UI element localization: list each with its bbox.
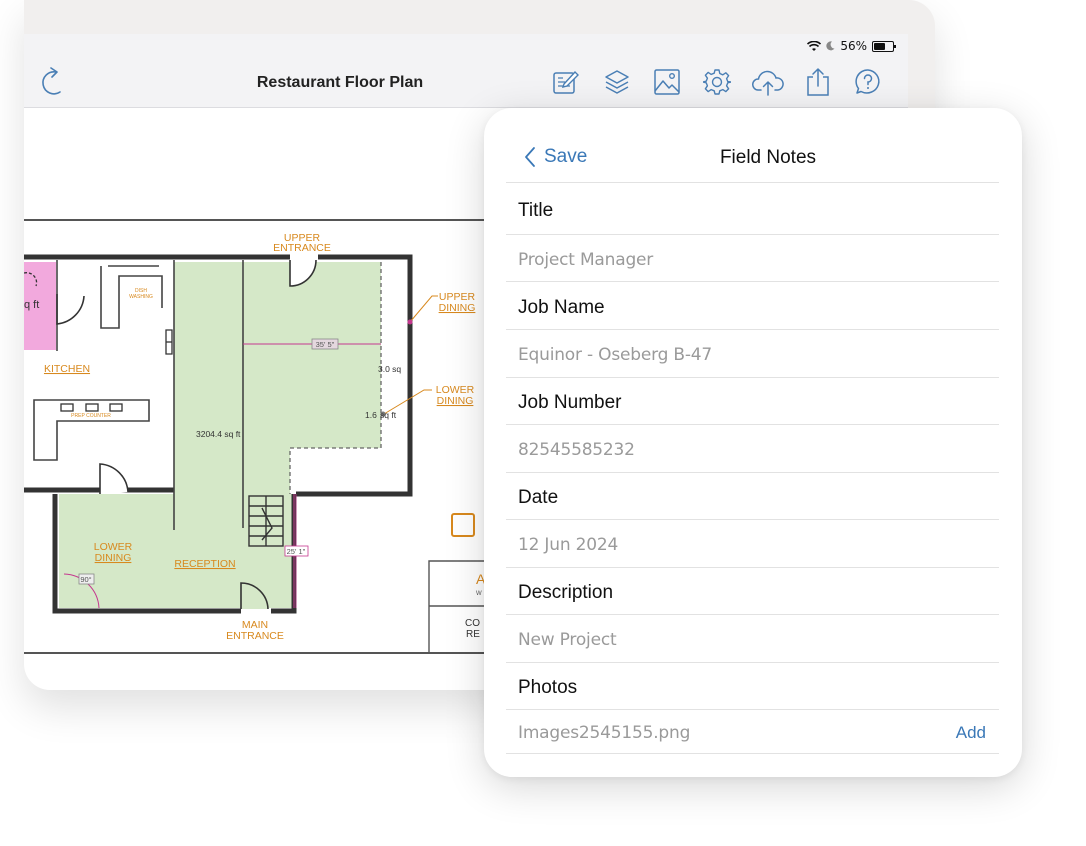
field-label-date: Date bbox=[518, 487, 559, 508]
divider bbox=[506, 424, 999, 425]
divider bbox=[506, 281, 999, 282]
edit-icon[interactable] bbox=[552, 68, 580, 96]
cut-label-2: W bbox=[476, 591, 482, 597]
divider bbox=[506, 614, 999, 615]
image-icon[interactable] bbox=[653, 68, 681, 96]
help-icon[interactable] bbox=[854, 68, 882, 96]
field-value-description[interactable]: New Project bbox=[518, 630, 617, 650]
panel-title: Field Notes bbox=[719, 147, 817, 168]
label-lower-dining-right-2: DINING bbox=[437, 395, 474, 407]
top-navigation-bar: 56% Restaurant Floor Plan bbox=[24, 34, 908, 108]
area-upper: 3.0 sq bbox=[378, 364, 401, 374]
label-kitchen: KITCHEN bbox=[44, 363, 90, 375]
cloud-upload-icon[interactable] bbox=[752, 68, 784, 96]
field-value-job-number[interactable]: 82545585232 bbox=[518, 440, 635, 460]
field-label-title: Title bbox=[518, 200, 554, 221]
dimension-upper: 35' 5" bbox=[316, 340, 335, 349]
divider bbox=[506, 472, 999, 473]
area-lower-unit: sq ft bbox=[380, 410, 397, 420]
field-label-job-name: Job Name bbox=[518, 297, 605, 318]
label-upper-entrance-2: ENTRANCE bbox=[273, 242, 331, 254]
angle-label: 90° bbox=[80, 575, 91, 584]
area-lower: 1.6 bbox=[365, 410, 377, 420]
divider bbox=[506, 753, 999, 754]
cut-label-3: CO bbox=[465, 618, 480, 629]
share-icon[interactable] bbox=[804, 68, 832, 96]
battery-icon bbox=[872, 40, 896, 52]
field-value-job-name[interactable]: Equinor - Oseberg B-47 bbox=[518, 345, 712, 365]
divider bbox=[506, 377, 999, 378]
status-bar: 56% bbox=[807, 39, 896, 53]
header-divider bbox=[506, 182, 999, 183]
settings-icon[interactable] bbox=[703, 68, 731, 96]
wifi-icon bbox=[807, 40, 822, 51]
field-notes-panel: Save Field Notes Title Project Manager J… bbox=[484, 108, 1022, 777]
area-main: 3204.4 sq ft bbox=[196, 429, 241, 439]
add-photo-button[interactable]: Add bbox=[956, 723, 986, 743]
divider bbox=[506, 662, 999, 663]
divider bbox=[506, 519, 999, 520]
label-upper-dining-2: DINING bbox=[439, 302, 476, 314]
field-label-description: Description bbox=[518, 582, 614, 603]
divider bbox=[506, 709, 999, 710]
label-reception: RECEPTION bbox=[174, 558, 235, 570]
cut-label-4: RE bbox=[466, 629, 480, 640]
field-value-date[interactable]: 12 Jun 2024 bbox=[518, 535, 618, 555]
layers-icon[interactable] bbox=[603, 68, 631, 96]
field-value-title[interactable]: Project Manager bbox=[518, 250, 653, 270]
label-dish-washing-2: WASHING bbox=[129, 294, 153, 300]
dimension-vertical: 25' 1" bbox=[287, 547, 306, 556]
field-label-photos: Photos bbox=[518, 677, 578, 698]
divider bbox=[506, 567, 999, 568]
divider bbox=[506, 234, 999, 235]
field-label-job-number: Job Number bbox=[518, 392, 622, 413]
moon-icon bbox=[826, 41, 835, 51]
battery-percentage: 56% bbox=[840, 39, 867, 53]
field-value-photos: Images2545155.png bbox=[518, 723, 691, 743]
area-pink: q ft bbox=[24, 299, 39, 311]
label-lower-dining-left-2: DINING bbox=[95, 552, 132, 564]
divider bbox=[506, 329, 999, 330]
label-main-entrance-2: ENTRANCE bbox=[226, 630, 284, 642]
label-prep-counter: PREP COUNTER bbox=[71, 413, 111, 419]
